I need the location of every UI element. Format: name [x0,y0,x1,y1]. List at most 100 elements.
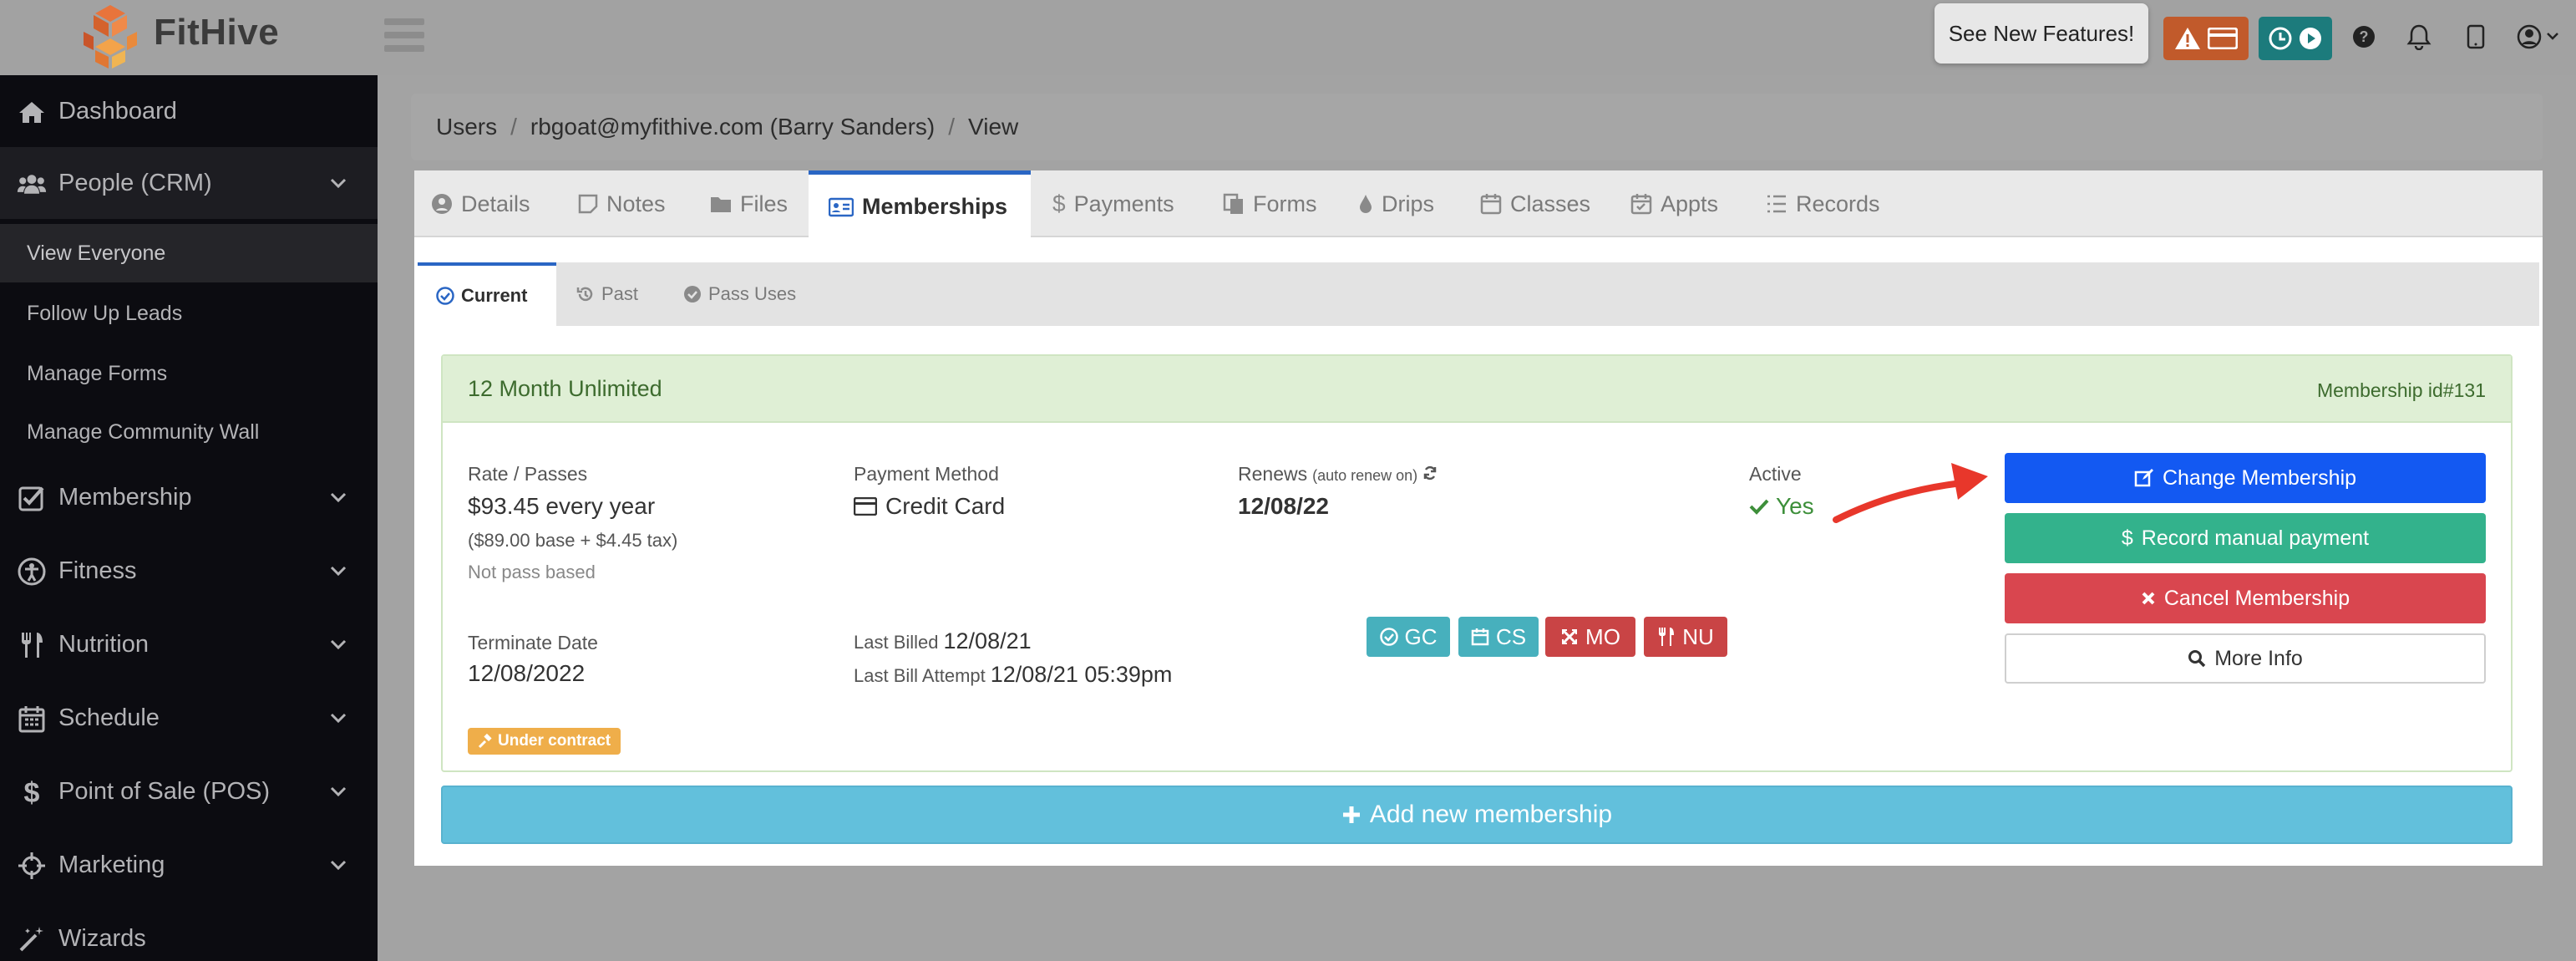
tab-label: Payments [1073,191,1174,216]
rate-value: $93.45 every year [468,493,656,519]
record-payment-label: Record manual payment [2141,526,2370,550]
tab-classes[interactable]: Classes [1480,170,1590,237]
chevron-down-icon [330,566,347,577]
sidebar-item-nutrition[interactable]: Nutrition [0,608,378,680]
breadcrumb: Users / rbgoat@myfithive.com (Barry Sand… [411,94,2543,160]
add-new-membership-button[interactable]: Add new membership [441,786,2513,844]
brand-name[interactable]: FitHive [154,12,279,53]
sidebar-item-label: Schedule [58,704,160,731]
change-membership-button[interactable]: Change Membership [2005,453,2486,503]
badge-cs[interactable]: CS [1458,617,1539,657]
sidebar-subitem-follow-up-leads[interactable]: Follow Up Leads [0,284,378,343]
more-info-button[interactable]: More Info [2005,633,2486,684]
under-contract-badge: Under contract [468,728,621,755]
payment-method-label: Payment Method [854,463,999,485]
tab-records[interactable]: Records [1766,170,1880,237]
breadcrumb-separator: / [510,114,517,140]
record-manual-payment-button[interactable]: $ Record manual payment [2005,513,2486,563]
gavel-icon [478,734,492,749]
tab-drips[interactable]: Drips [1358,170,1434,237]
sidebar-item-membership[interactable]: Membership [0,461,378,533]
timer-button[interactable] [2259,17,2332,60]
list-icon [1767,195,1786,213]
sidebar-item-point-of-sale[interactable]: $ Point of Sale (POS) [0,755,378,827]
sidebar-subitem-manage-forms[interactable]: Manage Forms [0,344,378,403]
annotation-arrow-icon [1833,463,1988,523]
dollar-icon: $ [1052,191,1066,216]
tab-label: Records [1796,191,1880,216]
sidebar-item-label: Point of Sale (POS) [58,778,271,805]
sidebar-item-marketing[interactable]: Marketing [0,829,378,901]
last-attempt-value: 12/08/21 05:39pm [990,662,1173,687]
tab-label: Classes [1510,191,1591,216]
renews-note: (auto renew on) [1312,467,1418,484]
sidebar-item-label: Membership [58,484,192,511]
help-icon[interactable]: ? [2347,20,2381,53]
sidebar-item-label: Wizards [58,925,146,952]
badge-nu[interactable]: NU [1644,617,1727,657]
tab-appts[interactable]: Appts [1630,170,1718,237]
breadcrumb-users[interactable]: Users [436,114,497,140]
membership-card-header: 12 Month Unlimited Membership id#131 [443,356,2511,423]
tab-forms[interactable]: Forms [1223,170,1317,237]
check-icon [1749,499,1769,515]
see-new-features-button[interactable]: See New Features! [1935,3,2148,64]
tab-memberships[interactable]: Memberships [809,170,1031,239]
rate-label: Rate / Passes [468,463,588,485]
tab-label: Details [461,191,530,216]
checkbox-icon [17,483,47,513]
sidebar-subitem-manage-community-wall[interactable]: Manage Community Wall [0,403,378,461]
cancel-membership-label: Cancel Membership [2163,586,2350,610]
terminate-value: 12/08/2022 [468,660,586,686]
tab-payments[interactable]: $ Payments [1052,170,1174,237]
copy-icon [1223,193,1243,214]
top-bar: FitHive See New Features! ? [0,0,2576,75]
tab-details[interactable]: Details [431,170,530,237]
subtab-label: Current [461,285,528,306]
subtab-pass-uses[interactable]: Pass Uses [683,262,796,326]
edit-icon [2134,469,2153,487]
subtab-current[interactable]: Current [418,262,556,326]
sidebar-item-fitness[interactable]: Fitness [0,535,378,607]
sidebar-item-dashboard[interactable]: Dashboard [0,75,378,147]
cancel-membership-button[interactable]: Cancel Membership [2005,573,2486,623]
badge-mo[interactable]: MO [1545,617,1635,657]
sidebar-item-people-crm[interactable]: People (CRM) [0,147,378,219]
tablet-icon[interactable] [2459,20,2492,53]
search-icon [2188,650,2206,668]
home-icon [17,97,47,127]
badge-gc[interactable]: GC [1367,617,1450,657]
tab-label: Memberships [862,194,1008,219]
calendar-check-icon [1630,194,1652,215]
tab-label: Drips [1382,191,1435,216]
under-contract-label: Under contract [498,732,611,750]
history-icon [576,287,593,302]
tab-label: Notes [606,191,666,216]
chevron-down-icon [330,639,347,650]
subtab-past[interactable]: Past [576,262,638,326]
breadcrumb-separator: / [948,114,956,140]
sidebar-item-label: Nutrition [58,631,149,658]
sidebar-item-schedule[interactable]: Schedule [0,682,378,754]
tab-files[interactable]: Files [710,170,788,237]
last-billed-row: Last Billed 12/08/21 [854,628,1032,654]
user-account-icon[interactable] [2514,20,2564,53]
last-attempt-label: Last Bill Attempt [854,665,986,686]
dollar-icon: $ [17,777,47,807]
active-value: Yes [1776,493,1814,519]
tab-label: Appts [1661,191,1719,216]
sidebar-item-wizards[interactable]: Wizards [0,903,378,961]
fithive-logo-icon[interactable] [80,3,140,70]
tab-notes[interactable]: Notes [578,170,666,237]
notifications-bell-icon[interactable] [2402,20,2436,53]
alerts-billing-button[interactable] [2163,17,2249,60]
payment-method: Credit Card [854,493,1005,520]
sidebar-subitem-view-everyone[interactable]: View Everyone [0,224,378,282]
sidebar: Dashboard People (CRM) View Everyone Fol… [0,75,378,961]
breadcrumb-user[interactable]: rbgoat@myfithive.com (Barry Sanders) [530,114,935,140]
last-billed-label: Last Billed [854,632,939,653]
chevron-down-icon [330,786,347,797]
check-circle-icon [436,287,454,305]
add-membership-label: Add new membership [1369,801,1613,828]
menu-toggle-icon[interactable] [384,18,424,52]
